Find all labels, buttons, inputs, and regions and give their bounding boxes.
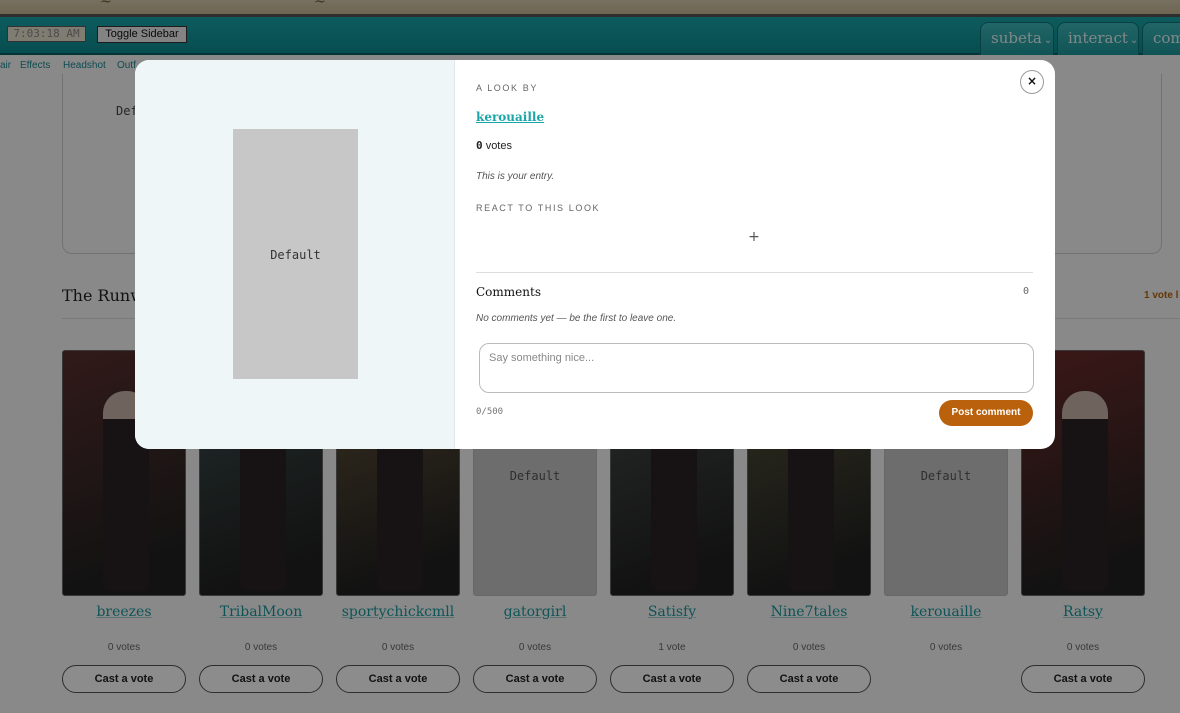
- comments-divider: [476, 272, 1033, 273]
- react-heading: REACT TO THIS LOOK: [476, 203, 601, 213]
- comments-title: Comments: [476, 285, 541, 299]
- vote-count: 0 votes: [476, 139, 512, 152]
- entry-note: This is your entry.: [476, 171, 555, 182]
- author-link[interactable]: kerouaille: [476, 110, 544, 124]
- look-preview-image: Default: [233, 129, 358, 379]
- look-preview-label: Default: [270, 248, 321, 262]
- comments-count: 0: [1023, 286, 1030, 297]
- add-reaction-button[interactable]: +: [745, 228, 763, 246]
- look-modal: Default × A LOOK BY kerouaille 0 votes T…: [135, 60, 1055, 449]
- comment-input[interactable]: [479, 343, 1034, 393]
- look-by-label: A LOOK BY: [476, 83, 538, 93]
- post-comment-button[interactable]: Post comment: [939, 400, 1033, 426]
- vote-number: 0: [476, 139, 483, 152]
- modal-preview-panel: Default: [135, 60, 455, 449]
- vote-suffix: votes: [485, 140, 512, 152]
- close-button[interactable]: ×: [1020, 70, 1044, 94]
- no-comments-message: No comments yet — be the first to leave …: [476, 313, 677, 324]
- character-count: 0/500: [476, 407, 504, 417]
